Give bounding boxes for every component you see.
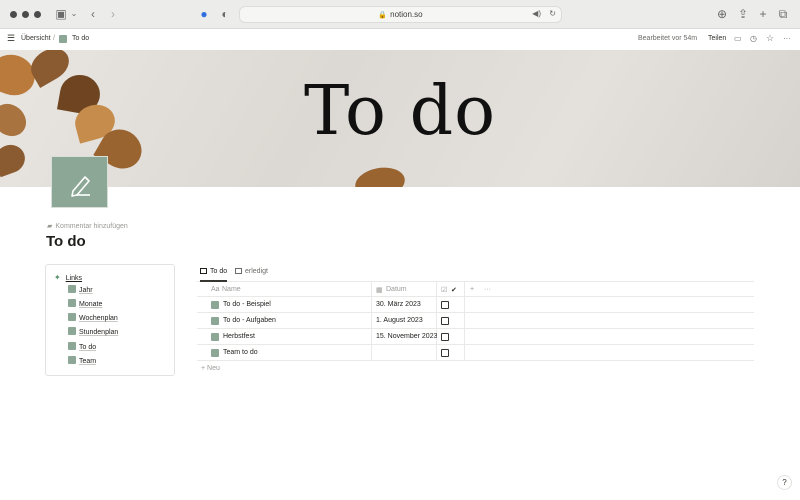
table-row[interactable]: Team to do [197, 345, 754, 361]
breadcrumb-separator: / [53, 35, 55, 42]
link-to-do[interactable]: To do [68, 342, 96, 352]
row-date[interactable]: 30. März 2023 [376, 301, 421, 308]
column-header-check[interactable]: ✔ [451, 286, 457, 294]
pencil-icon [71, 176, 90, 197]
links-callout: ✦ Links Jahr Monate Wochenplan Stundenpla… [45, 264, 175, 376]
row-page-icon [211, 333, 222, 342]
breadcrumb-root[interactable]: Übersicht [21, 35, 51, 42]
audio-icon[interactable]: ◀) [532, 9, 541, 18]
table-icon [200, 268, 207, 274]
row-page-icon [211, 349, 222, 358]
row-checkbox[interactable] [441, 333, 449, 341]
table-row[interactable]: To do - Beispiel 30. März 2023 [197, 297, 754, 313]
page-title[interactable]: To do [46, 233, 86, 250]
forward-icon[interactable]: › [108, 7, 118, 21]
sidebar-toggle-icon[interactable]: ▣ [54, 7, 68, 21]
browser-toolbar: ▣ ⌄ ‹ › ● ◐ 🔒 notion.so ◀) ↻ ⊕ ⇪ + ⧉ [0, 0, 800, 29]
chevron-down-icon[interactable]: ⌄ [70, 7, 78, 21]
page-icon [68, 313, 76, 321]
breadcrumb-page-icon [59, 35, 70, 44]
privacy-shield-icon[interactable]: ◐ [219, 7, 231, 21]
page-icon [68, 356, 76, 364]
download-icon[interactable]: ⊕ [716, 7, 728, 21]
database-view-tabs: To do erledigt [197, 266, 754, 282]
row-date[interactable]: 1. August 2023 [376, 317, 423, 324]
database-table: Aa Name ▦ Datum ☑ ✔ + ··· To do - Beispi… [197, 282, 754, 376]
comment-icon: ▰ [47, 223, 53, 230]
more-icon[interactable]: ··· [783, 34, 791, 43]
tab-to-do[interactable]: To do [200, 268, 228, 282]
comment-icon[interactable]: ▭ [734, 34, 742, 43]
new-row-button[interactable]: + Neu [197, 361, 754, 376]
row-name[interactable]: Team to do [223, 349, 258, 356]
close-window-button[interactable] [10, 11, 17, 18]
page-icon [68, 285, 76, 293]
address-bar[interactable]: 🔒 notion.so ◀) ↻ [239, 6, 562, 23]
back-icon[interactable]: ‹ [88, 7, 98, 21]
table-row[interactable]: To do - Aufgaben 1. August 2023 [197, 313, 754, 329]
row-page-icon [211, 317, 222, 326]
notion-topbar: ☰ Übersicht / To do Bearbeitet vor 54m T… [0, 30, 800, 49]
help-button[interactable]: ? [777, 475, 792, 490]
link-stundenplan[interactable]: Stundenplan [68, 327, 118, 337]
row-name[interactable]: To do - Aufgaben [223, 317, 276, 324]
calendar-icon: ▦ [376, 287, 383, 294]
share-icon[interactable]: ⇪ [737, 7, 749, 21]
row-checkbox[interactable] [441, 349, 449, 357]
page-icon[interactable] [51, 156, 108, 208]
row-name[interactable]: To do - Beispiel [223, 301, 271, 308]
breadcrumb-page[interactable]: To do [72, 35, 89, 42]
more-options-button[interactable]: ··· [484, 286, 491, 293]
column-header-date[interactable]: Datum [386, 286, 407, 293]
row-page-icon [211, 301, 222, 310]
last-edited-text: Bearbeitet vor 54m [638, 35, 698, 42]
page-icon [68, 299, 76, 307]
link-team[interactable]: Team [68, 356, 96, 366]
table-row[interactable]: Herbstfest 15. November 2023 [197, 329, 754, 345]
row-name[interactable]: Herbstfest [223, 333, 255, 340]
add-comment-button[interactable]: ▰ Kommentar hinzufügen [47, 222, 128, 230]
tab-overview-icon[interactable]: ⧉ [777, 7, 789, 21]
leaf-decoration [352, 163, 408, 187]
page-icon [68, 327, 76, 335]
row-checkbox[interactable] [441, 317, 449, 325]
links-heading: ✦ Links [54, 273, 83, 282]
column-header-name[interactable]: Name [222, 286, 241, 293]
minimize-window-button[interactable] [22, 11, 29, 18]
table-header: Aa Name ▦ Datum ☑ ✔ + ··· [197, 282, 754, 297]
cover-title: To do [303, 72, 497, 151]
cover-image: To do [0, 50, 800, 187]
favorite-star-icon[interactable]: ☆ [766, 33, 774, 44]
add-property-button[interactable]: + [470, 286, 474, 293]
lock-icon: 🔒 [378, 12, 388, 19]
new-tab-icon[interactable]: + [757, 7, 769, 21]
page-icon [68, 342, 76, 350]
link-jahr[interactable]: Jahr [68, 285, 93, 295]
row-checkbox[interactable] [441, 301, 449, 309]
menu-icon[interactable]: ☰ [7, 33, 15, 44]
sparkle-icon: ✦ [54, 273, 61, 282]
link-monate[interactable]: Monate [68, 299, 102, 309]
row-date[interactable]: 15. November 2023 [376, 333, 437, 340]
extension-icon[interactable]: ● [198, 7, 210, 21]
reload-icon[interactable]: ↻ [549, 9, 556, 18]
url-text: notion.so [390, 10, 423, 19]
link-wochenplan[interactable]: Wochenplan [68, 313, 118, 323]
tab-erledigt[interactable]: erledigt [235, 268, 268, 282]
zoom-window-button[interactable] [34, 11, 41, 18]
updates-icon[interactable]: ◷ [750, 34, 757, 43]
text-property-icon: Aa [211, 286, 220, 293]
checkbox-property-icon: ☑ [441, 287, 448, 294]
share-button[interactable]: Teilen [708, 35, 726, 42]
table-icon [235, 268, 242, 274]
